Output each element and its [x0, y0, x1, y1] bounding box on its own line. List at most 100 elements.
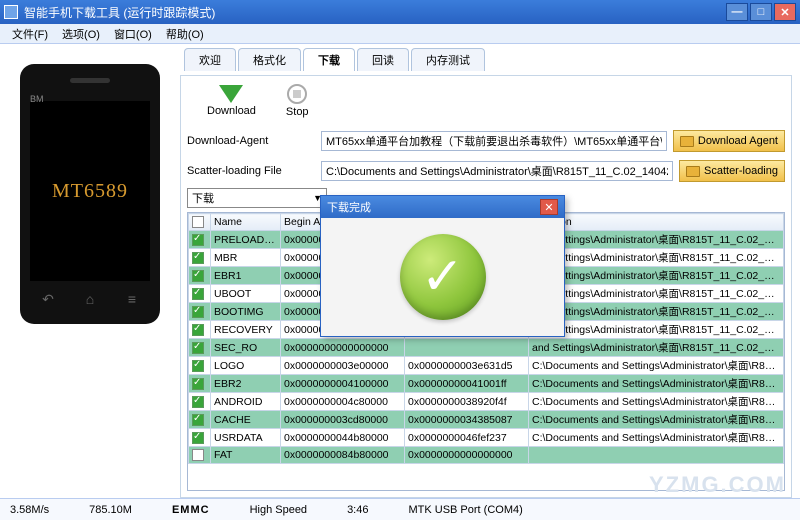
menu-window[interactable]: 窗口(O)	[108, 24, 158, 44]
download-button[interactable]: Download	[207, 85, 256, 117]
tab-format[interactable]: 格式化	[238, 48, 301, 71]
download-agent-input[interactable]	[321, 131, 667, 151]
tab-memory-test[interactable]: 内存测试	[411, 48, 485, 71]
row-checkbox[interactable]	[192, 432, 204, 444]
scatter-btn-label: Scatter-loading	[704, 165, 778, 177]
table-row[interactable]: FAT0x0000000084b800000x0000000000000000	[189, 447, 784, 464]
app-icon	[4, 5, 18, 19]
folder-icon	[686, 166, 700, 177]
cell-end: 0x00000000041001ff	[405, 375, 529, 393]
download-arrow-icon	[219, 85, 243, 103]
cell-begin: 0x0000000004c80000	[281, 393, 405, 411]
table-row[interactable]: USRDATA0x0000000044b800000x0000000046fef…	[189, 429, 784, 447]
cell-begin: 0x0000000084b80000	[281, 447, 405, 464]
cell-location: and Settings\Administrator\桌面\R815T_11_C…	[529, 339, 784, 357]
cell-name: EBR1	[211, 267, 281, 285]
cell-location: and Settings\Administrator\桌面\R815T_11_C…	[529, 285, 784, 303]
cell-end: 0x0000000000000000	[405, 447, 529, 464]
stop-button-label: Stop	[286, 106, 309, 118]
row-checkbox[interactable]	[192, 288, 204, 300]
cell-name: EBR2	[211, 375, 281, 393]
cell-location: and Settings\Administrator\桌面\R815T_11_C…	[529, 249, 784, 267]
status-bar: 3.58M/s 785.10M EMMC High Speed 3:46 MTK…	[0, 498, 800, 520]
row-checkbox[interactable]	[192, 270, 204, 282]
cell-name: SEC_RO	[211, 339, 281, 357]
cell-name: PRELOADER	[211, 231, 281, 249]
scatter-file-input[interactable]	[321, 161, 673, 181]
minimize-button[interactable]: —	[726, 3, 748, 21]
table-row[interactable]: LOGO0x0000000003e000000x0000000003e631d5…	[189, 357, 784, 375]
cell-name: MBR	[211, 249, 281, 267]
cell-name: LOGO	[211, 357, 281, 375]
phone-preview-pane: BM MT6589 ↶ ⌂ ≡	[0, 44, 180, 498]
status-time: 3:46	[347, 504, 368, 516]
cell-location	[529, 447, 784, 464]
menu-key-icon: ≡	[124, 291, 140, 305]
table-row[interactable]: ANDROID0x0000000004c800000x0000000038920…	[189, 393, 784, 411]
cell-location: C:\Documents and Settings\Administrator\…	[529, 375, 784, 393]
cell-name: ANDROID	[211, 393, 281, 411]
cell-end: 0x0000000034385087	[405, 411, 529, 429]
menu-bar: 文件(F) 选项(O) 窗口(O) 帮助(O)	[0, 24, 800, 44]
home-key-icon: ⌂	[82, 291, 98, 305]
success-check-icon: ✓	[400, 234, 486, 320]
tab-welcome[interactable]: 欢迎	[184, 48, 236, 71]
table-row[interactable]: CACHE0x000000003cd800000x000000003438508…	[189, 411, 784, 429]
menu-options[interactable]: 选项(O)	[56, 24, 106, 44]
row-checkbox[interactable]	[192, 252, 204, 264]
cell-name: CACHE	[211, 411, 281, 429]
stop-button[interactable]: Stop	[286, 84, 309, 118]
download-agent-btn-label: Download Agent	[698, 135, 778, 147]
dialog-close-button[interactable]: ✕	[540, 199, 558, 215]
menu-help[interactable]: 帮助(O)	[160, 24, 210, 44]
cell-location: and Settings\Administrator\桌面\R815T_11_C…	[529, 231, 784, 249]
scatter-loading-browse-button[interactable]: Scatter-loading	[679, 160, 785, 182]
col-name[interactable]: Name	[211, 214, 281, 231]
chip-label: MT6589	[52, 180, 128, 203]
table-row[interactable]: SEC_RO0x0000000000000000and Settings\Adm…	[189, 339, 784, 357]
cell-name: FAT	[211, 447, 281, 464]
row-checkbox[interactable]	[192, 342, 204, 354]
folder-icon	[680, 136, 694, 147]
maximize-button[interactable]: □	[750, 3, 772, 21]
table-row[interactable]: EBR20x00000000041000000x00000000041001ff…	[189, 375, 784, 393]
close-button[interactable]: ✕	[774, 3, 796, 21]
cell-begin: 0x0000000004100000	[281, 375, 405, 393]
cell-location: and Settings\Administrator\桌面\R815T_11_C…	[529, 321, 784, 339]
cell-location: C:\Documents and Settings\Administrator\…	[529, 357, 784, 375]
cell-end: 0x0000000038920f4f	[405, 393, 529, 411]
cell-begin: 0x0000000003e00000	[281, 357, 405, 375]
scatter-file-label: Scatter-loading File	[187, 165, 315, 177]
main-tabs: 欢迎 格式化 下载 回读 内存测试	[180, 48, 792, 71]
tab-readback[interactable]: 回读	[357, 48, 409, 71]
row-checkbox[interactable]	[192, 396, 204, 408]
download-agent-browse-button[interactable]: Download Agent	[673, 130, 785, 152]
row-checkbox[interactable]	[192, 234, 204, 246]
status-port: MTK USB Port (COM4)	[408, 504, 522, 516]
status-size: 785.10M	[89, 504, 132, 516]
row-checkbox[interactable]	[192, 378, 204, 390]
row-checkbox[interactable]	[192, 360, 204, 372]
header-checkbox[interactable]	[192, 216, 204, 228]
cell-name: BOOTIMG	[211, 303, 281, 321]
dropdown-value: 下载	[192, 190, 214, 206]
cell-name: UBOOT	[211, 285, 281, 303]
row-checkbox[interactable]	[192, 324, 204, 336]
row-checkbox[interactable]	[192, 449, 204, 461]
cell-begin: 0x0000000044b80000	[281, 429, 405, 447]
action-dropdown[interactable]: 下载 ▼	[187, 188, 327, 208]
row-checkbox[interactable]	[192, 414, 204, 426]
phone-speaker	[70, 78, 110, 83]
cell-end: 0x0000000003e631d5	[405, 357, 529, 375]
row-checkbox[interactable]	[192, 306, 204, 318]
tab-download[interactable]: 下载	[303, 48, 355, 71]
download-button-label: Download	[207, 105, 256, 117]
status-mode: High Speed	[250, 504, 308, 516]
cell-end: 0x0000000046fef237	[405, 429, 529, 447]
download-complete-dialog: 下载完成 ✕ ✓	[320, 195, 565, 337]
menu-file[interactable]: 文件(F)	[6, 24, 54, 44]
col-location[interactable]: Location	[529, 214, 784, 231]
cell-location: C:\Documents and Settings\Administrator\…	[529, 429, 784, 447]
stop-icon	[287, 84, 307, 104]
phone-screen: MT6589	[30, 101, 150, 281]
